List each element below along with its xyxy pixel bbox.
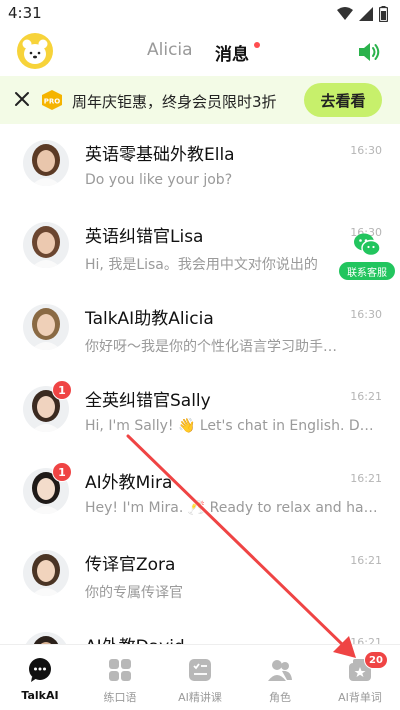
people-icon	[268, 660, 292, 681]
contact-name: 传译官Zora	[85, 555, 176, 575]
nav-tab[interactable]: TalkAI	[0, 645, 80, 710]
contact-avatar	[23, 550, 69, 596]
message-time: 16:21	[350, 390, 382, 403]
nav-tab-label: TalkAI	[21, 689, 59, 702]
message-time: 16:30	[350, 144, 382, 157]
contact-name: TalkAI助教Alicia	[85, 309, 214, 329]
battery-icon	[379, 6, 388, 22]
message-preview: Hi, 我是Lisa。我会用中文对你说出的	[85, 257, 318, 273]
grid-icon	[109, 659, 131, 681]
nav-tab[interactable]: 角色	[240, 645, 320, 710]
message-time: 16:21	[350, 636, 382, 644]
status-icons	[337, 6, 388, 22]
contact-name: 英语零基础外教Ella	[85, 145, 235, 165]
status-time: 4:31	[8, 4, 42, 22]
lesson-icon	[189, 659, 211, 681]
nav-tab-label: 角色	[269, 691, 291, 704]
tab-messages[interactable]: 消息	[215, 40, 249, 65]
message-preview: 你好呀～我是你的个性化语言学习助手…	[85, 339, 337, 355]
promo-go-button[interactable]: 去看看	[304, 83, 382, 117]
contact-avatar	[23, 222, 69, 268]
nav-tab-label: AI背单词	[338, 691, 382, 704]
promo-banner: PRO 周年庆钜惠，终身会员限时3折 去看看	[0, 76, 400, 124]
unread-badge: 1	[52, 462, 72, 482]
chat-bubble-icon	[29, 658, 51, 682]
wechat-icon	[354, 233, 381, 257]
chat-list-item[interactable]: 1 AI外教Mira Hey! I'm Mira. 🥂 Ready to relax…	[0, 452, 400, 534]
bottom-nav: TalkAI 练口语 AI精讲课 角色 AI背单词 20	[0, 644, 400, 710]
contact-avatar	[23, 140, 69, 186]
message-preview: 你的专属传译官	[85, 585, 183, 601]
speaker-icon[interactable]	[356, 39, 382, 65]
app-logo-avatar[interactable]	[17, 33, 53, 69]
message-preview: Do you like your job?	[85, 172, 233, 188]
customer-service-float[interactable]: 联系客服	[339, 232, 395, 284]
message-time: 16:21	[350, 472, 382, 485]
close-icon[interactable]	[12, 89, 32, 109]
bear-mascot-icon	[22, 39, 48, 64]
contact-name: AI外教Mira	[85, 473, 173, 493]
messages-unread-dot	[254, 42, 260, 48]
promo-text: 周年庆钜惠，终身会员限时3折	[72, 93, 277, 111]
nav-tab[interactable]: AI背单词 20	[320, 645, 400, 710]
contact-avatar	[23, 632, 69, 644]
signal-icon	[359, 7, 373, 21]
message-time: 16:21	[350, 554, 382, 567]
chat-list-item[interactable]: 1 全英纠错官Sally Hi, I'm Sally! 👋 Let's chat i…	[0, 370, 400, 452]
status-bar: 4:31	[0, 0, 400, 28]
svg-text:PRO: PRO	[44, 98, 61, 106]
nav-tab[interactable]: 练口语	[80, 645, 160, 710]
pro-badge-icon: PRO	[42, 90, 62, 110]
chat-list: 英语零基础外教Ella Do you like your job? 16:30 英语纠…	[0, 124, 400, 644]
tab-alicia[interactable]: Alicia	[147, 40, 193, 60]
nav-tab[interactable]: AI精讲课	[160, 645, 240, 710]
wifi-icon	[337, 7, 353, 20]
message-preview: Hi, I'm Sally! 👋 Let's chat in English. …	[85, 418, 381, 434]
nav-tab-label: 练口语	[103, 691, 137, 704]
nav-tab-label: AI精讲课	[178, 691, 222, 704]
contact-name: AI外教David	[85, 632, 185, 644]
contact-name: 英语纠错官Lisa	[85, 227, 204, 247]
customer-service-label: 联系客服	[339, 262, 395, 280]
chat-list-item[interactable]: 传译官Zora 你的专属传译官 16:21	[0, 534, 400, 616]
nav-badge: 20	[364, 651, 388, 669]
message-time: 16:30	[350, 308, 382, 321]
contact-name: 全英纠错官Sally	[85, 391, 211, 411]
contact-avatar	[23, 304, 69, 350]
unread-badge: 1	[52, 380, 72, 400]
chat-list-item[interactable]: 英语零基础外教Ella Do you like your job? 16:30	[0, 124, 400, 206]
message-preview: Hey! I'm Mira. 🥂 Ready to relax and hav…	[85, 500, 381, 516]
chat-list-item[interactable]: TalkAI助教Alicia 你好呀～我是你的个性化语言学习助手… 16:30	[0, 288, 400, 370]
chat-list-item[interactable]: AI外教David 16:21	[0, 616, 400, 644]
header: Alicia 消息	[0, 28, 400, 74]
